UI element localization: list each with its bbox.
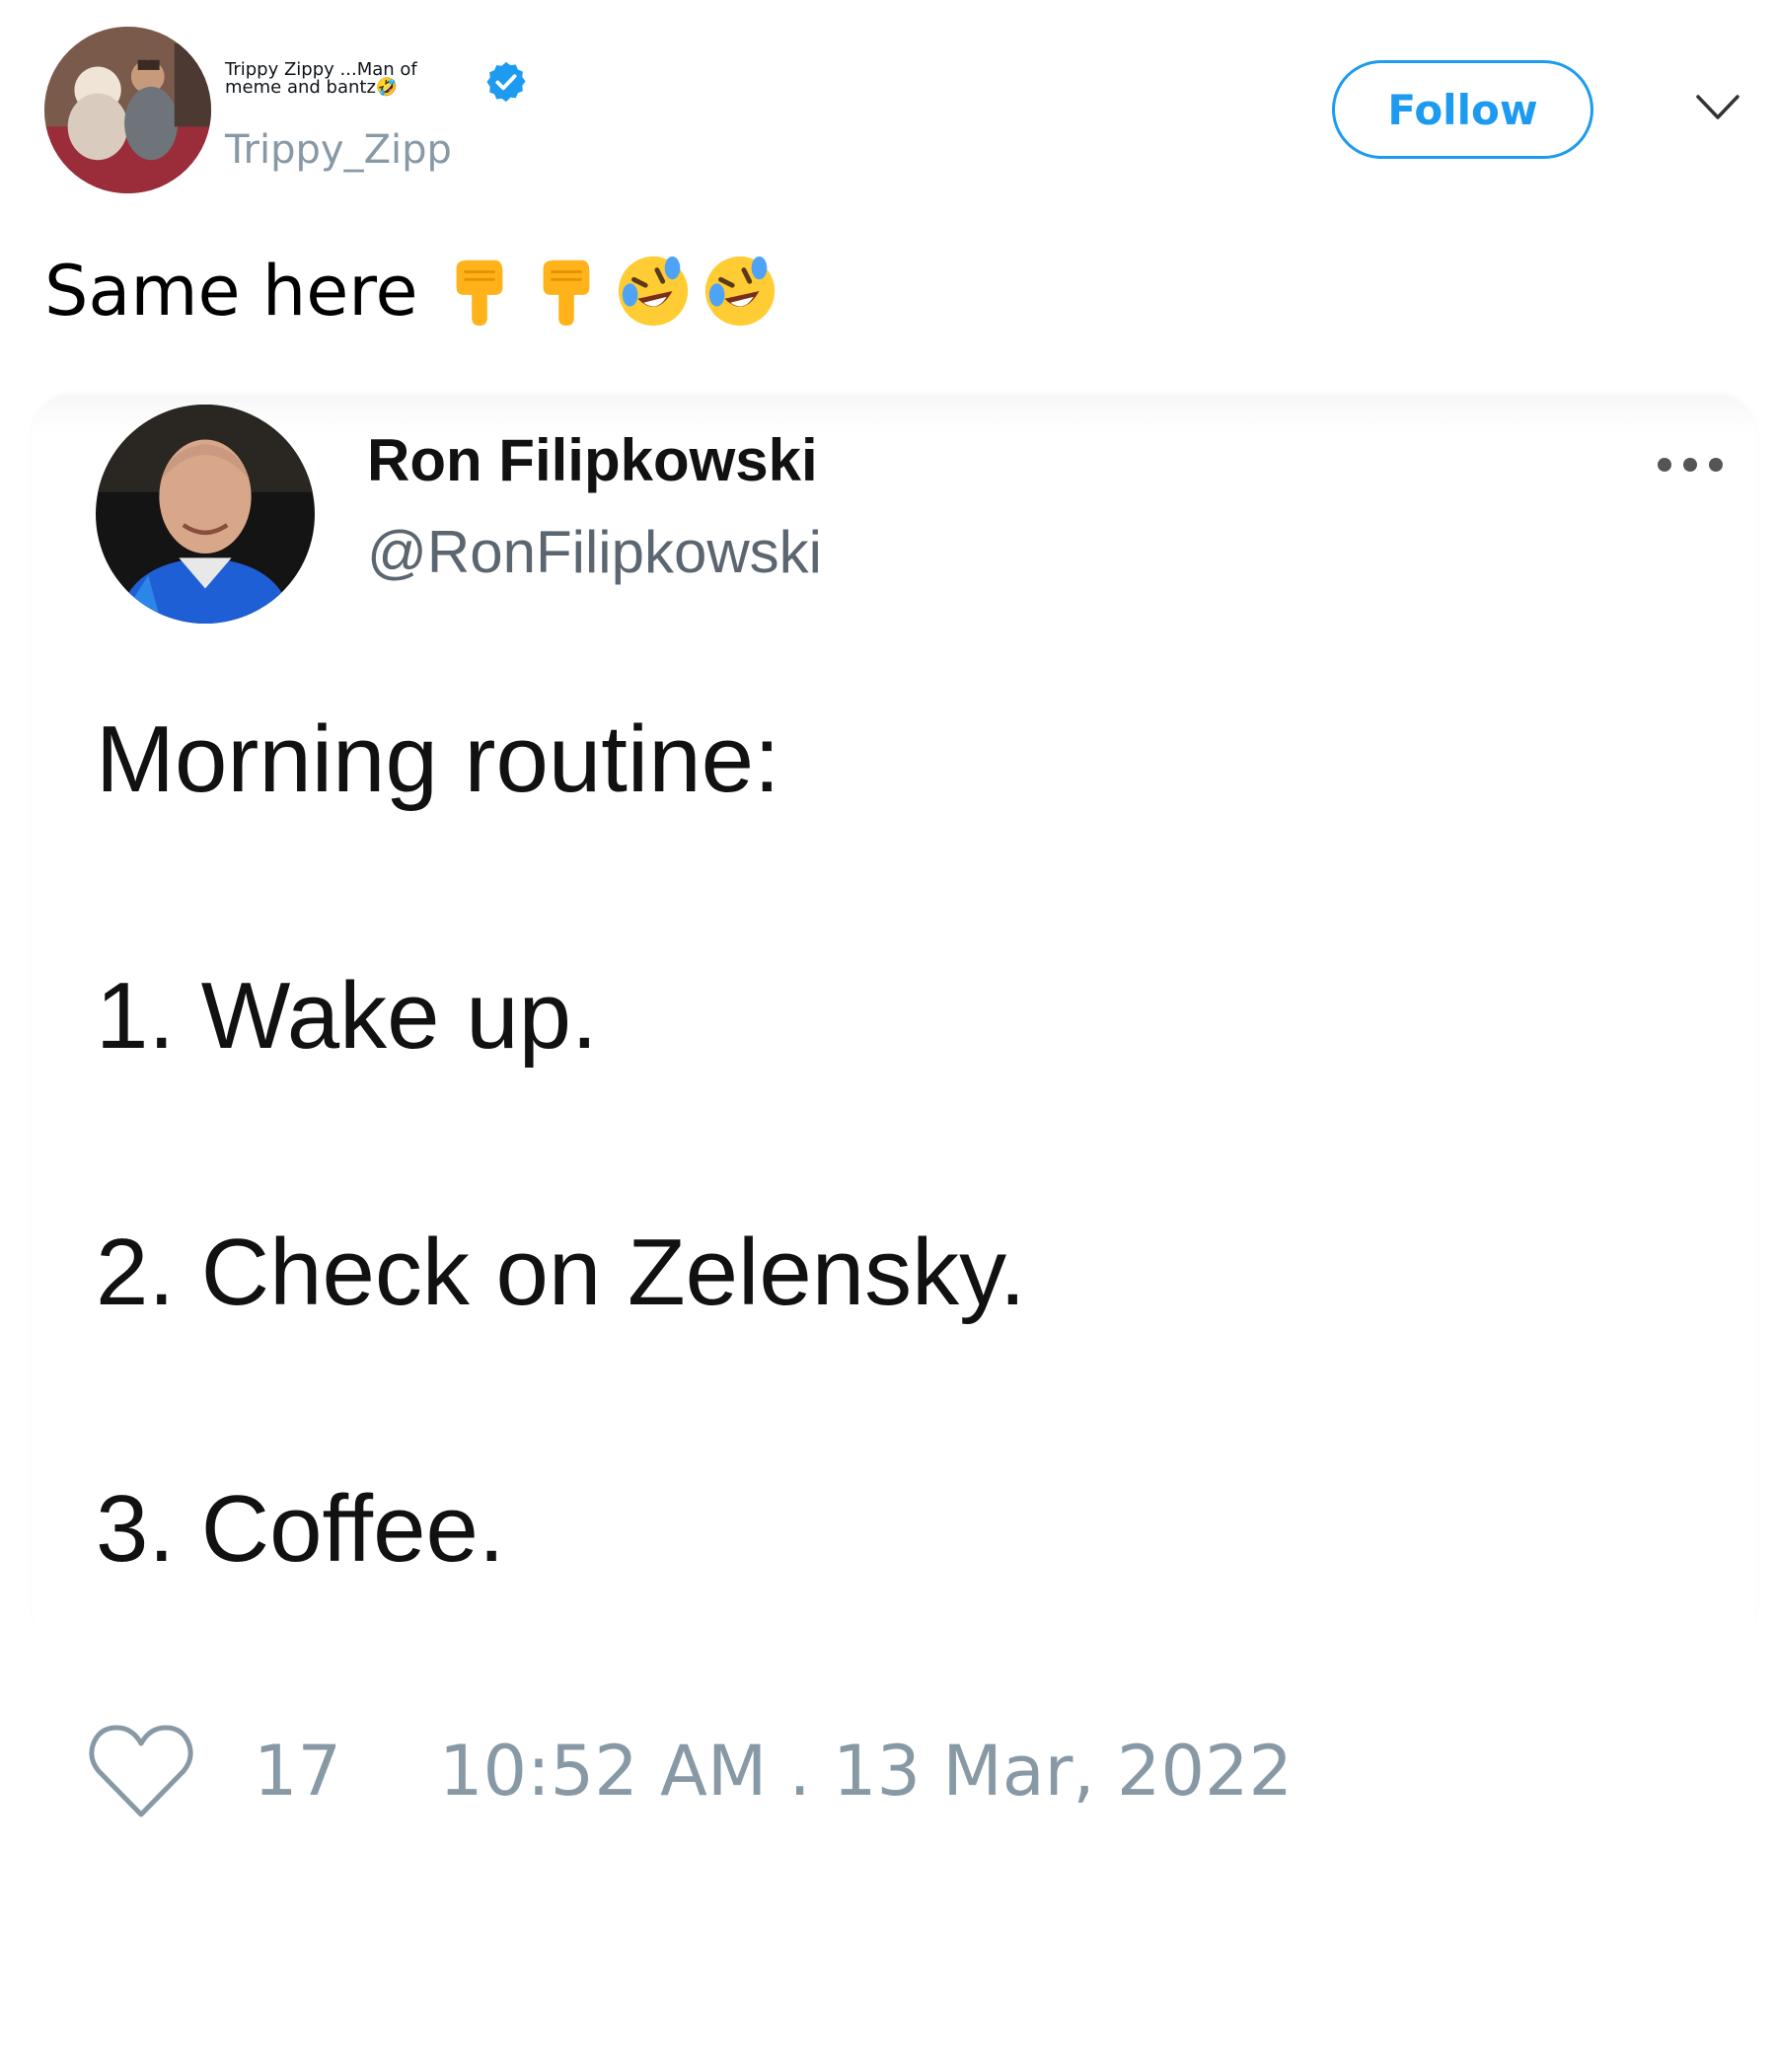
author-avatar[interactable] — [44, 27, 211, 193]
quoted-text-line: 3. Coffee. — [96, 1476, 505, 1582]
verified-badge-icon — [486, 61, 526, 103]
quoted-text-line: 1. Wake up. — [96, 963, 598, 1069]
quoted-avatar-image — [96, 405, 315, 624]
heart-icon[interactable] — [87, 1722, 195, 1820]
pointing-down-emoji-icon — [543, 259, 590, 327]
tweet-emojis — [441, 253, 778, 332]
quoted-author-name: Ron Filipkowski — [367, 427, 818, 493]
like-count: 17 — [254, 1731, 342, 1812]
quoted-text-line: Morning routine: — [96, 706, 780, 812]
author-display-name: Trippy Zippy ...Man of meme and bantz🤣 — [225, 59, 417, 98]
quoted-author-avatar — [96, 405, 315, 624]
more-options-icon — [1658, 458, 1723, 472]
quoted-author-handle: @RonFilipkowski — [367, 519, 823, 585]
tweet-text: Same here — [44, 251, 418, 332]
author-handle[interactable]: Trippy_Zipp — [225, 128, 452, 172]
quoted-text-line: 2. Check on Zelensky. — [96, 1220, 1026, 1325]
chevron-down-icon[interactable] — [1695, 93, 1740, 122]
pointing-down-emoji-icon — [456, 259, 503, 327]
tweet-timestamp[interactable]: 10:52 AM . 13 Mar, 2022 — [439, 1732, 1293, 1811]
rolling-laughing-emoji-icon — [704, 256, 776, 327]
follow-button[interactable]: Follow — [1332, 60, 1593, 159]
author-avatar-image — [44, 27, 211, 193]
rolling-laughing-emoji-icon — [618, 256, 689, 327]
